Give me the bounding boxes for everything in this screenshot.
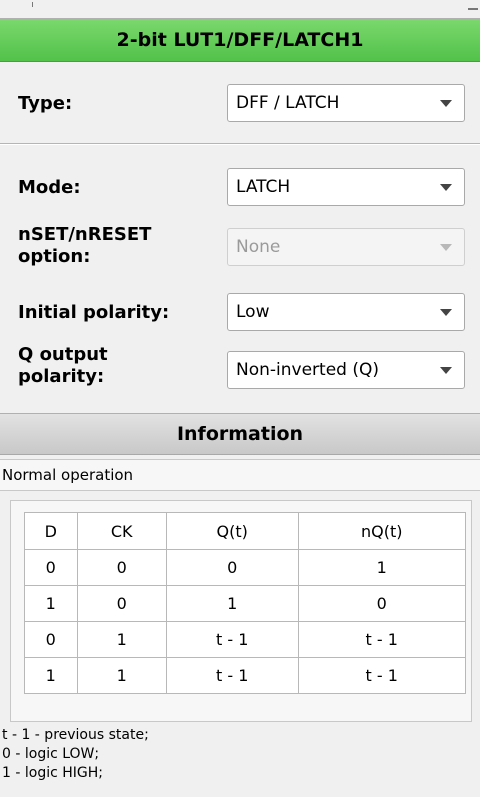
information-header: Information xyxy=(0,413,480,455)
initial-polarity-value: Low xyxy=(236,302,270,322)
table-row: 0 1 t - 1 t - 1 xyxy=(24,621,466,658)
nset-dropdown-value: None xyxy=(236,237,281,257)
legend-line: 1 - logic HIGH; xyxy=(2,765,103,781)
mode-dropdown-value: LATCH xyxy=(236,177,291,197)
nset-label-line2: option: xyxy=(18,246,91,267)
table-cell: 0 xyxy=(76,549,167,586)
chevron-down-icon xyxy=(440,184,452,191)
column-header: CK xyxy=(76,512,167,550)
table-cell: 0 xyxy=(24,621,78,658)
status-text: Normal operation xyxy=(0,459,480,491)
table-cell: 1 xyxy=(165,585,299,622)
q-output-polarity-label: Q output polarity: xyxy=(18,344,108,388)
initial-polarity-dropdown[interactable]: Low xyxy=(227,293,465,331)
table-cell: t - 1 xyxy=(297,657,466,694)
chevron-down-icon xyxy=(440,309,452,316)
table-cell: 0 xyxy=(76,585,167,622)
mode-dropdown[interactable]: LATCH xyxy=(227,168,465,206)
table-cell: 1 xyxy=(24,657,78,694)
nset-label-line1: nSET/nRESET xyxy=(18,224,152,245)
initial-polarity-label: Initial polarity: xyxy=(18,302,170,323)
legend-line: t - 1 - previous state; xyxy=(2,727,149,743)
table-cell: 0 xyxy=(297,585,466,622)
panel-title: 2-bit LUT1/DFF/LATCH1 xyxy=(0,18,480,62)
type-dropdown[interactable]: DFF / LATCH xyxy=(227,84,465,122)
table-row: 1 1 t - 1 t - 1 xyxy=(24,657,466,694)
q-output-polarity-value: Non-inverted (Q) xyxy=(236,360,379,380)
chevron-down-icon xyxy=(440,244,452,251)
type-label: Type: xyxy=(18,93,73,114)
minimize-icon[interactable] xyxy=(468,8,478,10)
table-row: 1 0 1 0 xyxy=(24,585,466,622)
nset-label: nSET/nRESET option: xyxy=(18,224,151,268)
chevron-down-icon xyxy=(440,367,452,374)
table-cell: 0 xyxy=(165,549,299,586)
table-row: 0 0 0 1 xyxy=(24,549,466,586)
mode-label: Mode: xyxy=(18,177,81,198)
section-divider-highlight xyxy=(0,144,480,145)
table-cell: 1 xyxy=(76,657,167,694)
table-cell: 1 xyxy=(24,585,78,622)
chevron-down-icon xyxy=(440,100,452,107)
table-cell: 1 xyxy=(76,621,167,658)
column-header: D xyxy=(24,512,78,550)
table-cell: t - 1 xyxy=(165,657,299,694)
table-header-row: D CK Q(t) nQ(t) xyxy=(24,512,466,550)
type-dropdown-value: DFF / LATCH xyxy=(236,93,340,113)
top-strip xyxy=(0,0,480,18)
q-output-label-line1: Q output xyxy=(18,344,108,365)
column-header: nQ(t) xyxy=(297,512,466,550)
divider xyxy=(32,2,33,7)
q-output-polarity-dropdown[interactable]: Non-inverted (Q) xyxy=(227,351,465,389)
table-cell: 1 xyxy=(297,549,466,586)
nset-dropdown[interactable]: None xyxy=(227,228,465,266)
table-cell: t - 1 xyxy=(297,621,466,658)
table-cell: 0 xyxy=(24,549,78,586)
legend-line: 0 - logic LOW; xyxy=(2,746,100,762)
truth-table: D CK Q(t) nQ(t) 0 0 0 1 1 0 1 0 0 1 t - … xyxy=(24,512,466,694)
q-output-label-line2: polarity: xyxy=(18,366,105,387)
table-cell: t - 1 xyxy=(165,621,299,658)
column-header: Q(t) xyxy=(165,512,299,550)
